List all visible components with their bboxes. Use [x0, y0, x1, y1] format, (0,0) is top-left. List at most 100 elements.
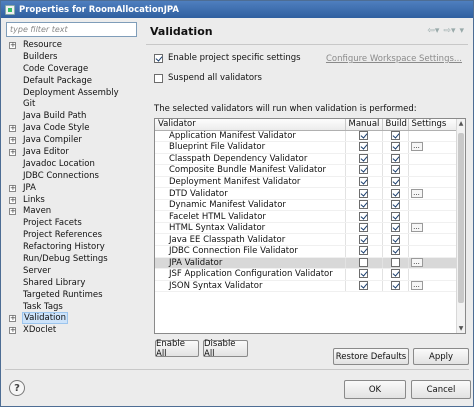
- table-row[interactable]: JDBC Connection File Validator: [155, 245, 458, 258]
- validator-settings-button[interactable]: ...: [410, 280, 423, 290]
- tree-item[interactable]: + Java Code Style: [5, 122, 139, 134]
- expand-icon[interactable]: +: [9, 149, 16, 157]
- build-checkbox[interactable]: [390, 223, 400, 233]
- table-row[interactable]: Classpath Dependency Validator: [155, 153, 458, 166]
- manual-checkbox[interactable]: [359, 176, 368, 186]
- tree-item[interactable]: + Links: [5, 194, 139, 206]
- table-row[interactable]: Facelet HTML Validator: [155, 210, 458, 223]
- expand-icon[interactable]: +: [9, 42, 16, 49]
- enable-all-button[interactable]: Enable All: [155, 339, 199, 359]
- build-checkbox[interactable]: [390, 246, 400, 256]
- manual-checkbox[interactable]: [359, 153, 368, 163]
- column-header-manual[interactable]: Manual: [345, 119, 383, 131]
- validator-settings-button[interactable]: ...: [410, 142, 423, 152]
- column-header-settings[interactable]: Settings: [408, 119, 458, 131]
- configure-workspace-link[interactable]: Configure Workspace Settings...: [326, 54, 462, 64]
- manual-checkbox[interactable]: [359, 257, 368, 267]
- ok-button[interactable]: OK: [344, 380, 406, 399]
- tree-item[interactable]: + Maven: [5, 205, 139, 217]
- scroll-thumb[interactable]: [458, 133, 464, 303]
- tree-item[interactable]: JDBC Connections: [5, 170, 139, 182]
- table-row[interactable]: Composite Bundle Manifest Validator: [155, 164, 458, 177]
- manual-checkbox[interactable]: [359, 223, 368, 233]
- table-row[interactable]: Deployment Manifest Validator: [155, 176, 458, 189]
- restore-defaults-button[interactable]: Restore Defaults: [333, 348, 409, 365]
- apply-button[interactable]: Apply: [413, 348, 469, 365]
- manual-checkbox[interactable]: [359, 269, 368, 279]
- column-header-validator[interactable]: Validator: [155, 119, 346, 131]
- manual-checkbox[interactable]: [359, 211, 368, 221]
- build-checkbox[interactable]: [390, 234, 400, 244]
- tree-item[interactable]: Builders: [5, 51, 139, 63]
- disable-all-button[interactable]: Disable All: [203, 339, 248, 359]
- tree-item[interactable]: + Java Compiler: [5, 134, 139, 146]
- table-row[interactable]: Application Manifest Validator: [155, 130, 458, 143]
- filter-input[interactable]: type filter text: [6, 22, 137, 37]
- enable-specific-checkbox[interactable]: [154, 53, 163, 63]
- build-checkbox[interactable]: [390, 211, 400, 221]
- scroll-down-arrow-icon[interactable]: ▼: [457, 324, 465, 333]
- tree-item[interactable]: Project Facets: [5, 217, 139, 229]
- validator-settings-button[interactable]: ...: [410, 188, 423, 198]
- tree-item[interactable]: + JPA: [5, 182, 139, 194]
- tree-item[interactable]: Shared Library: [5, 277, 139, 289]
- expand-icon[interactable]: +: [9, 327, 16, 335]
- expand-icon[interactable]: +: [9, 196, 16, 204]
- manual-checkbox[interactable]: [359, 188, 368, 198]
- forward-arrow-icon[interactable]: ⇨▾: [443, 26, 455, 36]
- expand-icon[interactable]: +: [9, 315, 16, 323]
- tree-item[interactable]: Default Package: [5, 75, 139, 87]
- manual-checkbox[interactable]: [359, 165, 368, 175]
- table-row[interactable]: HTML Syntax Validator...: [155, 222, 458, 235]
- tree-item[interactable]: Targeted Runtimes: [5, 289, 139, 301]
- table-row[interactable]: Dynamic Manifest Validator: [155, 199, 458, 212]
- tree-item[interactable]: Server: [5, 265, 139, 277]
- view-menu-icon[interactable]: ▾: [459, 26, 464, 36]
- build-checkbox[interactable]: [390, 153, 400, 163]
- tree-item[interactable]: + Validation: [5, 312, 139, 325]
- expand-icon[interactable]: +: [9, 208, 16, 216]
- build-checkbox[interactable]: [390, 280, 400, 290]
- table-row[interactable]: Java EE Classpath Validator: [155, 233, 458, 246]
- tree-item[interactable]: Code Coverage: [5, 63, 139, 75]
- suspend-all-label[interactable]: Suspend all validators: [168, 73, 262, 83]
- build-checkbox[interactable]: [390, 176, 400, 186]
- tree-item[interactable]: Project References: [5, 229, 139, 241]
- build-checkbox[interactable]: [390, 269, 400, 279]
- tree-item[interactable]: Refactoring History: [5, 241, 139, 253]
- manual-checkbox[interactable]: [359, 142, 368, 152]
- tree-item[interactable]: Javadoc Location: [5, 158, 139, 170]
- build-checkbox[interactable]: [390, 130, 400, 140]
- suspend-all-checkbox[interactable]: [154, 73, 163, 83]
- manual-checkbox[interactable]: [359, 246, 368, 256]
- build-checkbox[interactable]: [390, 188, 400, 198]
- build-checkbox[interactable]: [390, 257, 400, 267]
- column-header-build[interactable]: Build: [382, 119, 409, 131]
- tree-item[interactable]: + Resource: [5, 39, 139, 51]
- tree-item[interactable]: Run/Debug Settings: [5, 253, 139, 265]
- manual-checkbox[interactable]: [359, 130, 368, 140]
- validator-settings-button[interactable]: ...: [410, 223, 423, 233]
- scroll-up-arrow-icon[interactable]: ▲: [457, 119, 465, 128]
- tree-item[interactable]: Deployment Assembly: [5, 87, 139, 99]
- tree-item[interactable]: Git: [5, 98, 139, 110]
- expand-icon[interactable]: +: [9, 184, 16, 192]
- back-arrow-icon[interactable]: ⇦▾: [427, 26, 439, 36]
- expand-icon[interactable]: +: [9, 125, 16, 133]
- manual-checkbox[interactable]: [359, 200, 368, 210]
- build-checkbox[interactable]: [390, 142, 400, 152]
- enable-specific-label[interactable]: Enable project specific settings: [168, 53, 301, 63]
- manual-checkbox[interactable]: [359, 280, 368, 290]
- table-row[interactable]: Blueprint File Validator...: [155, 141, 458, 154]
- expand-icon[interactable]: +: [9, 137, 16, 145]
- tree-item[interactable]: Java Build Path: [5, 110, 139, 122]
- cancel-button[interactable]: Cancel: [411, 380, 471, 399]
- table-row[interactable]: JPA Validator...: [155, 257, 458, 270]
- table-row[interactable]: DTD Validator...: [155, 187, 458, 200]
- tree-item[interactable]: + XDoclet: [5, 324, 139, 336]
- build-checkbox[interactable]: [390, 165, 400, 175]
- tree-item[interactable]: Task Tags: [5, 301, 139, 313]
- help-icon[interactable]: ?: [9, 380, 25, 396]
- validator-settings-button[interactable]: ...: [410, 257, 423, 267]
- table-scrollbar[interactable]: ▲ ▼: [456, 119, 465, 333]
